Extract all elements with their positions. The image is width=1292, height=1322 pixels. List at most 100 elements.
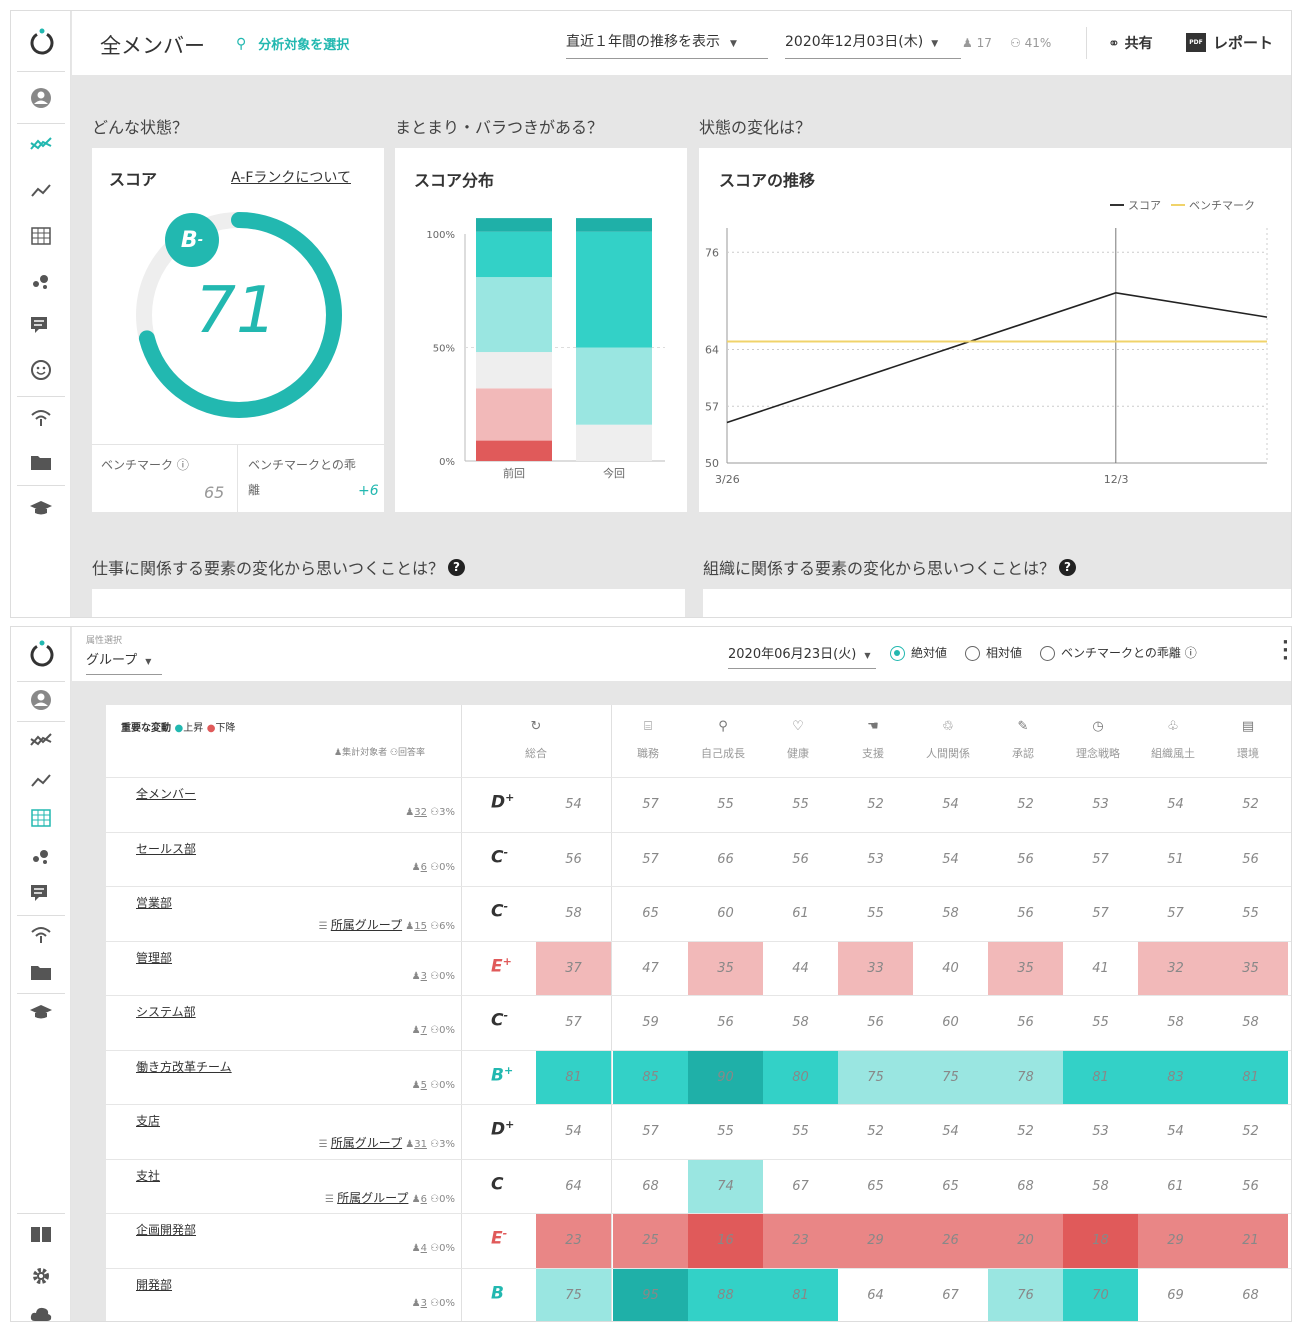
score-cell[interactable]: 35 xyxy=(688,941,763,995)
score-cell[interactable]: 56 xyxy=(838,996,913,1050)
score-cell[interactable]: 58 xyxy=(536,887,611,941)
column-header[interactable]: 組織風土 xyxy=(1138,745,1208,761)
group-name-link[interactable]: セールス部 xyxy=(136,840,196,857)
score-cell[interactable]: 58 xyxy=(1063,1160,1138,1214)
score-cell[interactable]: 67 xyxy=(763,1160,838,1214)
score-cell[interactable]: 61 xyxy=(1138,1160,1213,1214)
score-cell[interactable]: 56 xyxy=(536,833,611,887)
column-header[interactable]: 自己成長 xyxy=(688,745,758,761)
score-cell[interactable]: 56 xyxy=(988,887,1063,941)
score-cell[interactable]: 58 xyxy=(1138,996,1213,1050)
score-cell[interactable]: 26 xyxy=(913,1214,988,1268)
score-cell[interactable]: 55 xyxy=(838,887,913,941)
score-cell[interactable]: 58 xyxy=(763,996,838,1050)
line-chart-icon[interactable] xyxy=(28,767,54,793)
user-icon[interactable] xyxy=(28,687,54,713)
score-cell[interactable]: 56 xyxy=(988,996,1063,1050)
signal-icon[interactable] xyxy=(28,921,54,947)
score-cell[interactable]: 55 xyxy=(688,778,763,832)
score-cell[interactable]: 55 xyxy=(1063,996,1138,1050)
score-cell[interactable]: 58 xyxy=(913,887,988,941)
score-cell[interactable]: 56 xyxy=(1213,833,1288,887)
score-cell[interactable]: 54 xyxy=(913,1105,988,1159)
scatter-icon[interactable] xyxy=(28,267,54,293)
help-icon[interactable]: ? xyxy=(1059,558,1077,576)
score-cell[interactable]: 95 xyxy=(613,1268,688,1321)
score-cell[interactable]: 21 xyxy=(1213,1214,1288,1268)
share-button[interactable]: ⚭ 共有 xyxy=(1108,33,1153,53)
column-header[interactable]: 理念戦略 xyxy=(1063,745,1133,761)
date-select[interactable]: 2020年06月23日(火) ▼ xyxy=(728,643,876,669)
folder-icon[interactable] xyxy=(28,959,54,985)
select-target-link[interactable]: ⚲ 分析対象を選択 xyxy=(236,34,349,54)
parent-group-link[interactable]: 所属グループ xyxy=(331,1136,402,1150)
score-cell[interactable]: 57 xyxy=(1063,833,1138,887)
score-cell[interactable]: 81 xyxy=(536,1050,611,1104)
score-cell[interactable]: 54 xyxy=(913,833,988,887)
score-cell[interactable]: 53 xyxy=(1063,778,1138,832)
graduation-cap-icon[interactable] xyxy=(28,495,54,521)
score-cell[interactable]: 57 xyxy=(1063,887,1138,941)
score-cell[interactable]: 47 xyxy=(613,942,688,996)
score-cell[interactable]: 52 xyxy=(988,1105,1063,1159)
comment-icon[interactable] xyxy=(28,880,54,906)
score-cell[interactable]: 56 xyxy=(763,833,838,887)
parent-group-link[interactable]: 所属グループ xyxy=(337,1191,408,1205)
score-cell[interactable]: 40 xyxy=(913,942,988,996)
score-cell[interactable]: 29 xyxy=(1138,1214,1213,1268)
score-cell[interactable]: 56 xyxy=(1213,1160,1288,1214)
signal-icon[interactable] xyxy=(28,404,54,430)
score-cell[interactable]: 56 xyxy=(988,833,1063,887)
score-cell[interactable]: 57 xyxy=(613,778,688,832)
score-cell[interactable]: 41 xyxy=(1063,942,1138,996)
score-cell[interactable]: 51 xyxy=(1138,833,1213,887)
score-cell[interactable]: 52 xyxy=(1213,1105,1288,1159)
group-name-link[interactable]: システム部 xyxy=(136,1003,196,1020)
score-cell[interactable]: 64 xyxy=(536,1160,611,1214)
score-cell[interactable]: 54 xyxy=(536,778,611,832)
score-cell[interactable]: 80 xyxy=(763,1050,838,1104)
score-cell[interactable]: 69 xyxy=(1138,1269,1213,1322)
score-cell[interactable]: 52 xyxy=(838,1105,913,1159)
group-name-link[interactable]: 支店 xyxy=(136,1112,160,1129)
group-name-link[interactable]: 働き方改革チーム xyxy=(136,1058,232,1075)
score-cell[interactable]: 57 xyxy=(536,996,611,1050)
score-cell[interactable]: 55 xyxy=(688,1105,763,1159)
score-cell[interactable]: 75 xyxy=(536,1268,611,1321)
score-cell[interactable]: 65 xyxy=(613,887,688,941)
score-cell[interactable]: 20 xyxy=(988,1214,1063,1268)
score-cell[interactable]: 55 xyxy=(763,1105,838,1159)
group-name-link[interactable]: 企画開発部 xyxy=(136,1221,196,1238)
attribute-select[interactable]: グループ ▼ xyxy=(86,649,162,675)
folder-icon[interactable] xyxy=(28,449,54,475)
trend-icon[interactable] xyxy=(28,727,54,753)
score-cell[interactable]: 65 xyxy=(838,1160,913,1214)
score-cell[interactable]: 52 xyxy=(838,778,913,832)
score-cell[interactable]: 55 xyxy=(1213,887,1288,941)
score-cell[interactable]: 54 xyxy=(1138,778,1213,832)
radio-relative[interactable]: 相対値 xyxy=(965,644,1022,661)
column-header[interactable]: 承認 xyxy=(988,745,1058,761)
score-cell[interactable]: 55 xyxy=(763,778,838,832)
score-cell[interactable]: 23 xyxy=(536,1214,611,1268)
parent-group-link[interactable]: 所属グループ xyxy=(331,918,402,932)
score-cell[interactable]: 33 xyxy=(838,941,913,995)
score-cell[interactable]: 52 xyxy=(988,778,1063,832)
score-cell[interactable]: 35 xyxy=(1213,941,1288,995)
score-cell[interactable]: 76 xyxy=(988,1268,1063,1321)
column-header[interactable]: 健康 xyxy=(763,745,833,761)
column-header[interactable]: 人間関係 xyxy=(913,745,983,761)
column-header[interactable]: 支援 xyxy=(838,745,908,761)
group-name-link[interactable]: 全メンバー xyxy=(136,785,196,802)
score-cell[interactable]: 68 xyxy=(613,1160,688,1214)
app-logo-icon[interactable] xyxy=(28,28,54,55)
trend-active-icon[interactable] xyxy=(28,131,54,157)
graduation-cap-icon[interactable] xyxy=(28,999,54,1025)
line-chart-icon[interactable] xyxy=(28,177,54,203)
score-cell[interactable]: 57 xyxy=(1138,887,1213,941)
score-cell[interactable]: 88 xyxy=(688,1268,763,1321)
score-cell[interactable]: 16 xyxy=(688,1214,763,1268)
book-icon[interactable] xyxy=(28,1221,54,1247)
score-cell[interactable]: 54 xyxy=(913,778,988,832)
score-cell[interactable]: 67 xyxy=(913,1269,988,1322)
